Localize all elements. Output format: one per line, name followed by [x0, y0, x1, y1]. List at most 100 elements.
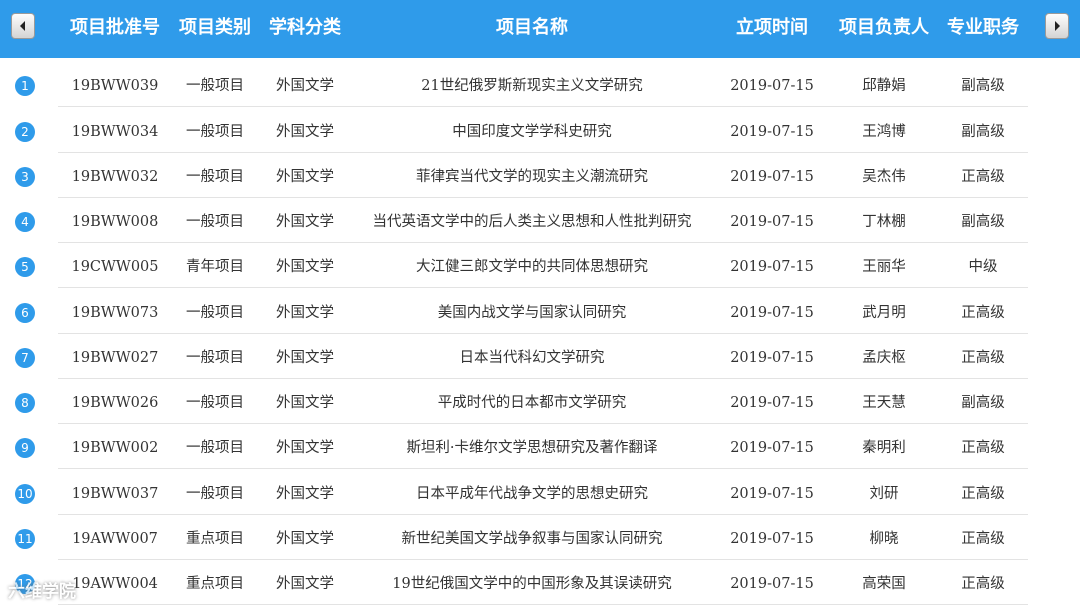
cell-date: 2019-07-15: [730, 305, 814, 321]
cell-date: 2019-07-15: [730, 214, 814, 230]
row-number-badge: 3: [15, 167, 35, 187]
cell-discipline: 外国文学: [276, 124, 334, 140]
cell-category: 一般项目: [186, 440, 244, 456]
row-divider: [58, 287, 1028, 288]
prev-page-button[interactable]: [11, 13, 35, 39]
cell-title: 副高级: [961, 78, 1005, 94]
table-row[interactable]: 8 19BWW026 一般项目 外国文学 平成时代的日本都市文学研究 2019-07-15…: [0, 379, 1080, 424]
table-row[interactable]: 4 19BWW008 一般项目 外国文学 当代英语文学中的后人类主义思想和人性批判研究 2…: [0, 198, 1080, 243]
cell-approval-no: 19BWW039: [71, 78, 159, 94]
cell-project-name: 日本平成年代战争文学的思想史研究: [416, 486, 648, 502]
table-header: 项目批准号 项目类别 学科分类 项目名称 立项时间 项目负责人 专业职务: [0, 0, 1080, 58]
cell-title: 副高级: [961, 395, 1005, 411]
table-row[interactable]: 3 19BWW032 一般项目 外国文学 菲律宾当代文学的现实主义潮流研究 2019-07…: [0, 153, 1080, 198]
cell-approval-no: 19BWW002: [71, 440, 159, 456]
cell-title: 正高级: [961, 350, 1005, 366]
cell-date: 2019-07-15: [730, 486, 814, 502]
cell-leader: 柳晓: [869, 531, 899, 547]
cell-discipline: 外国文学: [276, 350, 334, 366]
cell-category: 一般项目: [186, 78, 244, 94]
cell-title: 正高级: [961, 576, 1005, 592]
cell-leader: 武月明: [862, 305, 906, 321]
cell-discipline: 外国文学: [276, 440, 334, 456]
cell-leader: 秦明利: [862, 440, 906, 456]
cell-category: 一般项目: [186, 169, 244, 185]
cell-discipline: 外国文学: [276, 78, 334, 94]
cell-title: 副高级: [961, 214, 1005, 230]
cell-date: 2019-07-15: [730, 440, 814, 456]
cell-project-name: 斯坦利·卡维尔文学思想研究及著作翻译: [406, 440, 658, 456]
cell-discipline: 外国文学: [276, 486, 334, 502]
table-row[interactable]: 6 19BWW073 一般项目 外国文学 美国内战文学与国家认同研究 2019-07-15…: [0, 289, 1080, 334]
col-header-discipline: 学科分类: [269, 17, 341, 38]
cell-title: 正高级: [961, 440, 1005, 456]
cell-leader: 王鸿博: [862, 124, 906, 140]
cell-category: 一般项目: [186, 395, 244, 411]
cell-project-name: 美国内战文学与国家认同研究: [437, 305, 627, 321]
cell-project-name: 平成时代的日本都市文学研究: [437, 395, 627, 411]
row-number-badge: 2: [15, 122, 35, 142]
row-number-badge: 11: [15, 529, 35, 549]
cell-date: 2019-07-15: [730, 124, 814, 140]
cell-approval-no: 19AWW004: [72, 576, 158, 592]
col-header-date: 立项时间: [736, 17, 808, 38]
cell-discipline: 外国文学: [276, 395, 334, 411]
cell-discipline: 外国文学: [276, 169, 334, 185]
table-row[interactable]: 2 19BWW034 一般项目 外国文学 中国印度文学学科史研究 2019-07-15 王鸿…: [0, 108, 1080, 153]
col-header-category: 项目类别: [179, 17, 251, 38]
cell-discipline: 外国文学: [276, 576, 334, 592]
cell-approval-no: 19BWW073: [71, 305, 159, 321]
cell-category: 青年项目: [186, 259, 244, 275]
cell-approval-no: 19AWW007: [72, 531, 158, 547]
next-page-button[interactable]: [1045, 13, 1069, 39]
cell-title: 中级: [968, 259, 998, 275]
cell-category: 一般项目: [186, 486, 244, 502]
row-divider: [58, 106, 1028, 107]
col-header-approval-no: 项目批准号: [70, 17, 160, 38]
row-divider: [58, 468, 1028, 469]
cell-title: 正高级: [961, 531, 1005, 547]
cell-leader: 孟庆枢: [862, 350, 906, 366]
cell-discipline: 外国文学: [276, 305, 334, 321]
cell-project-name: 大江健三郎文学中的共同体思想研究: [416, 259, 648, 275]
table-row[interactable]: 10 19BWW037 一般项目 外国文学 日本平成年代战争文学的思想史研究 2019-0…: [0, 470, 1080, 515]
cell-project-name: 日本当代科幻文学研究: [459, 350, 605, 366]
cell-date: 2019-07-15: [730, 78, 814, 94]
cell-title: 正高级: [961, 486, 1005, 502]
cell-approval-no: 19BWW027: [71, 350, 159, 366]
table-row[interactable]: 12 19AWW004 重点项目 外国文学 19世纪俄国文学中的中国形象及其误读研究 20…: [0, 560, 1080, 605]
table-row[interactable]: 5 19CWW005 青年项目 外国文学 大江健三郎文学中的共同体思想研究 2019-07…: [0, 243, 1080, 288]
col-header-title: 专业职务: [947, 17, 1019, 38]
table-row[interactable]: 7 19BWW027 一般项目 外国文学 日本当代科幻文学研究 2019-07-15 孟庆枢…: [0, 334, 1080, 379]
row-number-badge: 1: [15, 76, 35, 96]
cell-category: 重点项目: [186, 531, 244, 547]
cell-approval-no: 19BWW034: [71, 124, 159, 140]
table-row[interactable]: 9 19BWW002 一般项目 外国文学 斯坦利·卡维尔文学思想研究及著作翻译 2019-…: [0, 424, 1080, 469]
cell-project-name: 菲律宾当代文学的现实主义潮流研究: [416, 169, 648, 185]
cell-discipline: 外国文学: [276, 214, 334, 230]
chevron-left-icon: [20, 21, 25, 31]
cell-date: 2019-07-15: [730, 259, 814, 275]
cell-approval-no: 19BWW026: [71, 395, 159, 411]
cell-leader: 刘研: [869, 486, 899, 502]
cell-title: 正高级: [961, 305, 1005, 321]
col-header-project-name: 项目名称: [496, 17, 568, 38]
cell-leader: 吴杰伟: [862, 169, 906, 185]
cell-title: 正高级: [961, 169, 1005, 185]
col-header-leader: 项目负责人: [839, 17, 929, 38]
row-number-badge: 10: [15, 484, 35, 504]
cell-project-name: 中国印度文学学科史研究: [452, 124, 612, 140]
table-row[interactable]: 1 19BWW039 一般项目 外国文学 21世纪俄罗斯新现实主义文学研究 2019-07…: [0, 62, 1080, 107]
cell-category: 重点项目: [186, 576, 244, 592]
cell-date: 2019-07-15: [730, 350, 814, 366]
cell-leader: 高荣国: [862, 576, 906, 592]
row-number-badge: 8: [15, 393, 35, 413]
cell-project-name: 新世纪美国文学战争叙事与国家认同研究: [401, 531, 663, 547]
cell-approval-no: 19BWW008: [71, 214, 159, 230]
chevron-right-icon: [1055, 21, 1060, 31]
cell-date: 2019-07-15: [730, 169, 814, 185]
table-row[interactable]: 11 19AWW007 重点项目 外国文学 新世纪美国文学战争叙事与国家认同研究 2019…: [0, 515, 1080, 560]
cell-project-name: 21世纪俄罗斯新现实主义文学研究: [421, 78, 643, 94]
cell-category: 一般项目: [186, 350, 244, 366]
cell-category: 一般项目: [186, 124, 244, 140]
